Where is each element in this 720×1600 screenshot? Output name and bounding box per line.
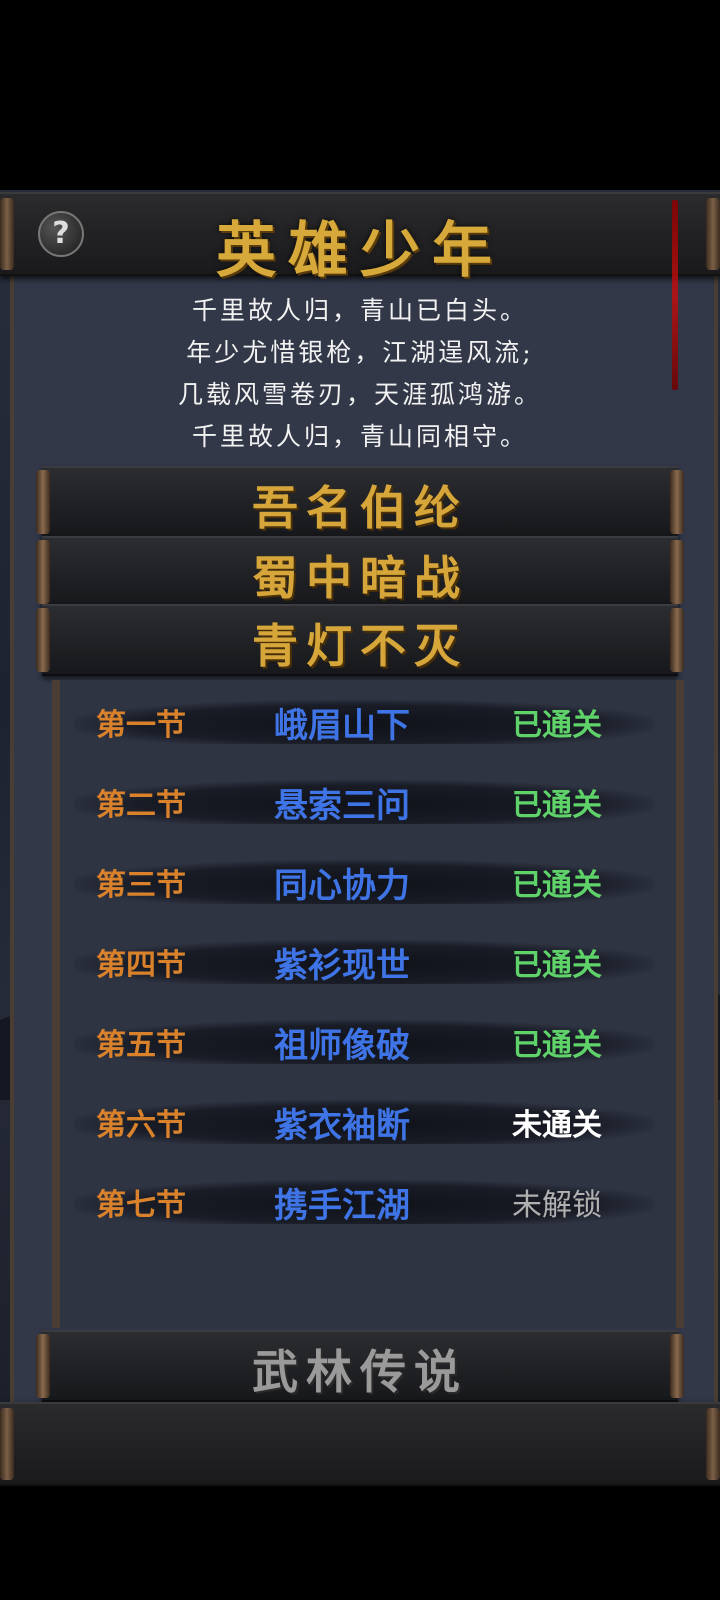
- chapter-name: 祖师像破: [274, 1026, 410, 1066]
- poem-line: 千里故人归，青山已白头。: [191, 296, 528, 325]
- section-number: 第七节: [96, 1188, 186, 1223]
- bottom-scroll-rod: [0, 1402, 720, 1486]
- chapter-row[interactable]: 第一节 峨眉山下 已通关: [74, 694, 654, 746]
- rod-end-left: [0, 1408, 14, 1480]
- chapter-status: 已通关: [512, 788, 602, 823]
- chapter-name: 同心协力: [274, 866, 410, 906]
- volume-tab-1[interactable]: 吾名伯纶: [36, 466, 684, 538]
- chapter-status: 未解锁: [512, 1188, 602, 1223]
- chapter-status: 已通关: [512, 708, 602, 743]
- section-number: 第五节: [96, 1028, 186, 1063]
- section-number: 第三节: [96, 868, 186, 903]
- volume-tab-2[interactable]: 蜀中暗战: [36, 536, 684, 608]
- rod-end-right: [706, 1408, 720, 1480]
- section-number: 第六节: [96, 1108, 186, 1143]
- volume-label: 武林传说: [252, 1345, 468, 1399]
- chapter-status: 已通关: [512, 868, 602, 903]
- section-number: 第四节: [96, 948, 186, 983]
- chapter-row[interactable]: 第七节 携手江湖 未解锁: [74, 1174, 654, 1226]
- chapter-name: 峨眉山下: [274, 706, 410, 746]
- chapter-row[interactable]: 第六节 紫衣袖断 未通关: [74, 1094, 654, 1146]
- volume-label: 蜀中暗战: [252, 551, 468, 605]
- chapter-status: 已通关: [512, 948, 602, 983]
- chapter-name: 紫衣袖断: [274, 1106, 410, 1146]
- chapter-list: 第一节 峨眉山下 已通关 第二节 悬索三问 已通关 第三节 同心协力 已通关 第…: [52, 680, 684, 1328]
- chapter-name: 悬索三问: [274, 786, 410, 826]
- volume-tab-3[interactable]: 青灯不灭: [36, 604, 684, 676]
- chapter-status: 未通关: [512, 1108, 602, 1143]
- title-scroll-rod: ? 英雄少年: [0, 192, 720, 286]
- poem-line: 年少尤惜银枪，江湖逞风流;: [186, 338, 534, 367]
- chapter-name: 紫衫现世: [274, 946, 410, 986]
- volume-tab-legend[interactable]: 武林传说: [36, 1330, 684, 1402]
- poem-text: 千里故人归，青山已白头。 年少尤惜银枪，江湖逞风流; 几载风雪卷刃，天涯孤鸿游。…: [20, 290, 700, 458]
- volume-label: 吾名伯纶: [252, 481, 468, 535]
- chapter-row[interactable]: 第五节 祖师像破 已通关: [74, 1014, 654, 1066]
- chapter-row[interactable]: 第三节 同心协力 已通关: [74, 854, 654, 906]
- section-number: 第一节: [96, 708, 186, 743]
- chapter-row[interactable]: 第二节 悬索三问 已通关: [74, 774, 654, 826]
- volume-label: 青灯不灭: [252, 619, 468, 673]
- chapter-status: 已通关: [512, 1028, 602, 1063]
- page-title: 英雄少年: [216, 216, 504, 286]
- poem-line: 几载风雪卷刃，天涯孤鸿游。: [177, 380, 542, 409]
- poem-line: 千里故人归，青山同相守。: [191, 422, 528, 451]
- chapter-row[interactable]: 第四节 紫衫现世 已通关: [74, 934, 654, 986]
- section-number: 第二节: [96, 788, 186, 823]
- chapter-name: 携手江湖: [274, 1186, 410, 1226]
